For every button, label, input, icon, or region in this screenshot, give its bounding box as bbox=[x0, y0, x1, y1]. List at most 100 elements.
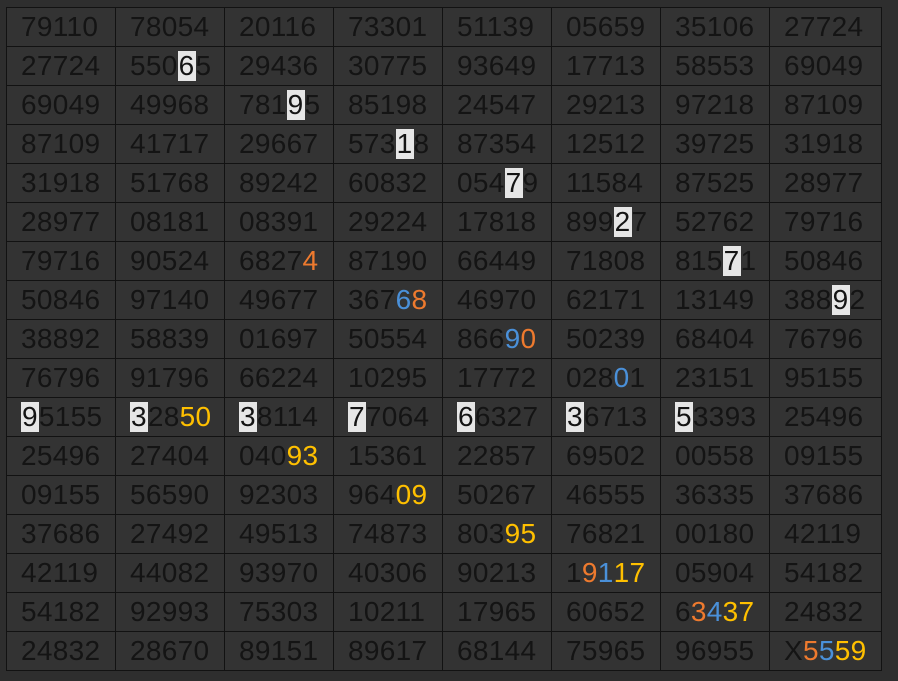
number-cell: 87109 bbox=[6, 124, 116, 164]
digits: 29213 bbox=[566, 89, 646, 120]
number-cell: 17818 bbox=[442, 202, 552, 242]
number-cell: 29213 bbox=[551, 85, 661, 125]
number-cell: 73301 bbox=[333, 7, 443, 47]
digits: 35106 bbox=[675, 11, 755, 42]
number-cell: 93970 bbox=[224, 553, 334, 593]
number-cell: 77064 bbox=[333, 397, 443, 437]
number-cell: 85198 bbox=[333, 85, 443, 125]
digits: 87109 bbox=[21, 128, 101, 159]
number-cell: 75965 bbox=[551, 631, 661, 671]
number-cell: 76796 bbox=[6, 358, 116, 398]
number-cell: 71808 bbox=[551, 241, 661, 281]
number-cell: 60832 bbox=[333, 163, 443, 203]
number-cell: 50267 bbox=[442, 475, 552, 515]
number-cell: 76821 bbox=[551, 514, 661, 554]
number-cell: 55065 bbox=[115, 46, 225, 86]
number-cell: 36768 bbox=[333, 280, 443, 320]
digits: 30775 bbox=[348, 50, 428, 81]
digits: 27492 bbox=[130, 518, 210, 549]
number-cell: 41717 bbox=[115, 124, 225, 164]
colored-digits: 17 bbox=[613, 557, 646, 588]
grid-row: 87109 41717 29667 57318 87354 12512 39725 31918 bbox=[6, 124, 882, 164]
number-cell: 24547 bbox=[442, 85, 552, 125]
number-cell: 89151 bbox=[224, 631, 334, 671]
digits: 27724 bbox=[784, 11, 864, 42]
number-cell: 22857 bbox=[442, 436, 552, 476]
digits: 00180 bbox=[675, 518, 755, 549]
number-cell: 89242 bbox=[224, 163, 334, 203]
grid-row: 37686 27492 49513 74873 80395 76821 00180 42119 bbox=[6, 514, 882, 554]
number-cell: 11584 bbox=[551, 163, 661, 203]
digits: 97140 bbox=[130, 284, 210, 315]
digits: 803 bbox=[457, 518, 505, 549]
digits: 79716 bbox=[21, 245, 101, 276]
digits: 91796 bbox=[130, 362, 210, 393]
digits: 25496 bbox=[784, 401, 864, 432]
digits: 2 bbox=[849, 284, 866, 315]
digits: 87354 bbox=[457, 128, 537, 159]
highlighted-digit: 5 bbox=[675, 401, 693, 432]
digits: 87109 bbox=[784, 89, 864, 120]
digits: 89151 bbox=[239, 635, 319, 666]
number-cell: 93649 bbox=[442, 46, 552, 86]
digits: 50239 bbox=[566, 323, 646, 354]
number-cell: 36713 bbox=[551, 397, 661, 437]
colored-digits: 4 bbox=[302, 245, 319, 276]
number-cell: 58839 bbox=[115, 319, 225, 359]
grid-row: 28977 08181 08391 29224 17818 89927 52762 79716 bbox=[6, 202, 882, 242]
number-cell: 19117 bbox=[551, 553, 661, 593]
number-cell: 02801 bbox=[551, 358, 661, 398]
digits: 66224 bbox=[239, 362, 319, 393]
number-cell: 28670 bbox=[115, 631, 225, 671]
grid-row: 09155 56590 92303 96409 50267 46555 36335 37686 bbox=[6, 475, 882, 515]
digits: 08391 bbox=[239, 206, 319, 237]
number-cell: 28977 bbox=[769, 163, 882, 203]
digits: 27404 bbox=[130, 440, 210, 471]
digits: 6827 bbox=[239, 245, 303, 276]
digits: 5155 bbox=[38, 401, 103, 432]
grid-row: 25496 27404 04093 15361 22857 69502 00558 09155 bbox=[6, 436, 882, 476]
number-cell: 87525 bbox=[660, 163, 770, 203]
number-cell: 90213 bbox=[442, 553, 552, 593]
number-cell: 46555 bbox=[551, 475, 661, 515]
digits: X bbox=[784, 635, 803, 666]
digits: 10211 bbox=[348, 596, 426, 627]
highlighted-digit: 3 bbox=[239, 401, 257, 432]
number-cell: 90524 bbox=[115, 241, 225, 281]
number-cell: 49513 bbox=[224, 514, 334, 554]
colored-digits: 0 bbox=[613, 362, 630, 393]
number-cell: 29224 bbox=[333, 202, 443, 242]
number-cell: 08391 bbox=[224, 202, 334, 242]
highlighted-digit: 9 bbox=[286, 89, 305, 120]
number-cell: 38892 bbox=[6, 319, 116, 359]
digits: 54182 bbox=[784, 557, 864, 588]
colored-digits: 0 bbox=[520, 323, 537, 354]
colored-digits: 9 bbox=[504, 323, 521, 354]
digits: 46970 bbox=[457, 284, 537, 315]
digits: 60652 bbox=[566, 596, 646, 627]
number-cell: 10295 bbox=[333, 358, 443, 398]
number-cell: 50239 bbox=[551, 319, 661, 359]
digits: 388 bbox=[784, 284, 832, 315]
number-cell: 50846 bbox=[769, 241, 882, 281]
digits: 76821 bbox=[566, 518, 646, 549]
digits: 367 bbox=[348, 284, 396, 315]
number-cell: 38892 bbox=[769, 280, 882, 320]
number-cell: 97218 bbox=[660, 85, 770, 125]
digits: 75965 bbox=[566, 635, 646, 666]
digits: 90524 bbox=[130, 245, 210, 276]
digits: 6327 bbox=[474, 401, 539, 432]
number-cell: 17965 bbox=[442, 592, 552, 632]
digits: 054 bbox=[457, 167, 505, 198]
digits: 85198 bbox=[348, 89, 428, 120]
colored-digits: 93 bbox=[286, 440, 319, 471]
number-cell: 10211 bbox=[333, 592, 443, 632]
digits: 58839 bbox=[130, 323, 210, 354]
colored-digits: 09 bbox=[395, 479, 428, 510]
digits: 31918 bbox=[21, 167, 101, 198]
number-cell: 20116 bbox=[224, 7, 334, 47]
digits: 46555 bbox=[566, 479, 646, 510]
digits: 56590 bbox=[130, 479, 210, 510]
number-cell: 68404 bbox=[660, 319, 770, 359]
number-cell: 17772 bbox=[442, 358, 552, 398]
